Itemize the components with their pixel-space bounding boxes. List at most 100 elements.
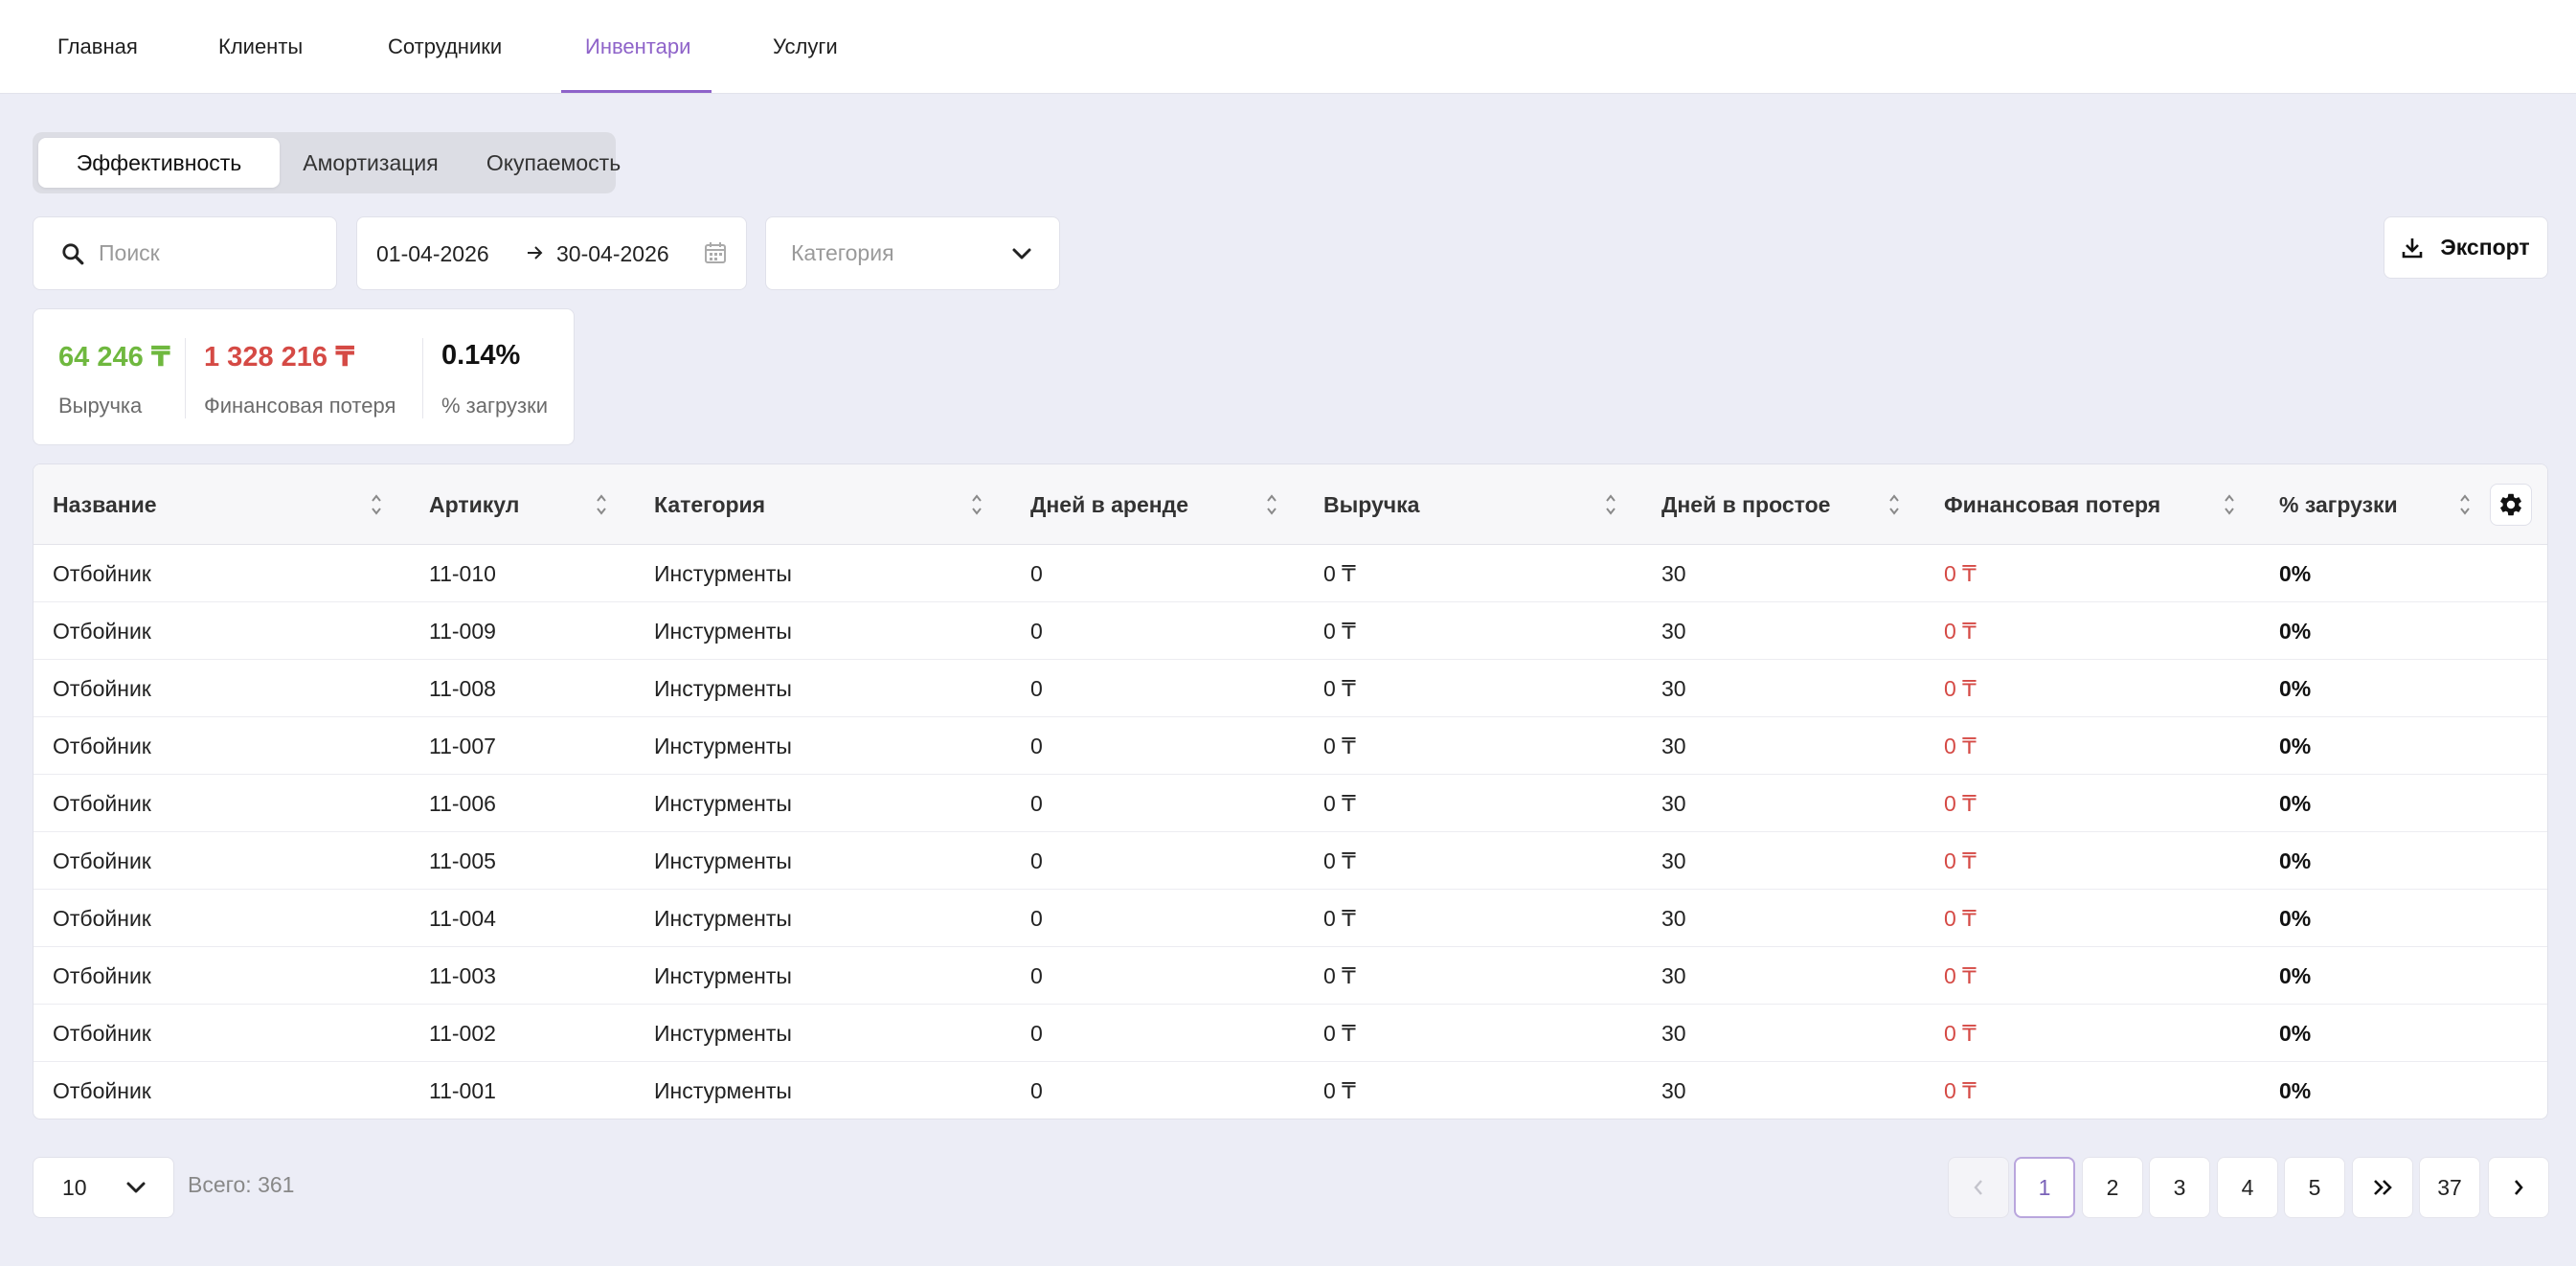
column-header-rental-days[interactable]: Дней в аренде xyxy=(1030,464,1188,545)
column-header-category[interactable]: Категория xyxy=(654,464,765,545)
cell-revenue: 0 ₸ xyxy=(1323,1020,1356,1046)
cell-idle-days: 30 xyxy=(1661,1020,1686,1046)
date-range-picker[interactable]: 01-04-2026 30-04-2026 xyxy=(356,216,747,290)
cell-idle-days: 30 xyxy=(1661,618,1686,644)
category-select[interactable]: Категория xyxy=(765,216,1060,290)
active-tab-indicator xyxy=(561,90,712,93)
calendar-icon[interactable] xyxy=(704,240,727,265)
cell-utilization: 0% xyxy=(2279,675,2312,701)
cell-name: Отбойник xyxy=(53,790,151,816)
table-row[interactable]: Отбойник 11-006 Инстурменты 0 0 ₸ 30 0 ₸ 0% xyxy=(34,775,2547,832)
cell-name: Отбойник xyxy=(53,733,151,758)
column-settings-button[interactable] xyxy=(2490,484,2532,526)
column-header-revenue[interactable]: Выручка xyxy=(1323,464,1419,545)
cell-revenue: 0 ₸ xyxy=(1323,618,1356,644)
cell-revenue: 0 ₸ xyxy=(1323,1077,1356,1103)
cell-revenue: 0 ₸ xyxy=(1323,790,1356,816)
column-header-utilization[interactable]: % загрузки xyxy=(2279,464,2398,545)
cell-rental-days: 0 xyxy=(1030,733,1043,758)
cell-rental-days: 0 xyxy=(1030,1077,1043,1103)
nav-item-inventory[interactable]: Инвентари xyxy=(585,0,690,94)
revenue-value: 64 246 ₸ xyxy=(58,342,170,373)
cell-utilization: 0% xyxy=(2279,618,2312,644)
jump-forward-button[interactable] xyxy=(2352,1157,2413,1218)
tab-depreciation[interactable]: Амортизация xyxy=(283,138,458,188)
search-box xyxy=(33,216,337,290)
nav-item-main[interactable]: Главная xyxy=(57,0,138,94)
table-row[interactable]: Отбойник 11-001 Инстурменты 0 0 ₸ 30 0 ₸ 0% xyxy=(34,1062,2547,1119)
next-page-button[interactable] xyxy=(2488,1157,2549,1218)
table-row[interactable]: Отбойник 11-008 Инстурменты 0 0 ₸ 30 0 ₸ 0% xyxy=(34,660,2547,717)
sort-icon[interactable] xyxy=(2458,489,2472,520)
cell-category: Инстурменты xyxy=(654,905,792,931)
stats-card: 64 246 ₸ Выручка 1 328 216 ₸ Финансовая … xyxy=(33,308,575,445)
cell-name: Отбойник xyxy=(53,618,151,644)
cell-name: Отбойник xyxy=(53,1077,151,1103)
column-header-name[interactable]: Название xyxy=(53,464,157,545)
tab-payback[interactable]: Окупаемость xyxy=(460,138,647,188)
table-row[interactable]: Отбойник 11-002 Инстурменты 0 0 ₸ 30 0 ₸ 0% xyxy=(34,1005,2547,1062)
cell-revenue: 0 ₸ xyxy=(1323,905,1356,931)
prev-page-button[interactable] xyxy=(1948,1157,2009,1218)
cell-idle-days: 30 xyxy=(1661,905,1686,931)
sort-icon[interactable] xyxy=(970,489,983,520)
cell-rental-days: 0 xyxy=(1030,962,1043,988)
table-row[interactable]: Отбойник 11-010 Инстурменты 0 0 ₸ 30 0 ₸ 0% xyxy=(34,545,2547,602)
last-page-button[interactable]: 37 xyxy=(2419,1157,2480,1218)
download-icon xyxy=(2403,237,2423,258)
total-count: Всего: 361 xyxy=(188,1172,295,1197)
sort-icon[interactable] xyxy=(370,489,383,520)
page-button-2[interactable]: 2 xyxy=(2082,1157,2143,1218)
sort-icon[interactable] xyxy=(1604,489,1617,520)
cell-rental-days: 0 xyxy=(1030,560,1043,586)
cell-rental-days: 0 xyxy=(1030,848,1043,873)
page-button-1[interactable]: 1 xyxy=(2014,1157,2075,1218)
page-button-4[interactable]: 4 xyxy=(2217,1157,2278,1218)
cell-revenue: 0 ₸ xyxy=(1323,962,1356,988)
column-header-idle-days[interactable]: Дней в простое xyxy=(1661,464,1830,545)
cell-name: Отбойник xyxy=(53,962,151,988)
cell-utilization: 0% xyxy=(2279,560,2312,586)
nav-item-employees[interactable]: Сотрудники xyxy=(388,0,502,94)
page-size-select[interactable]: 10 xyxy=(33,1157,174,1218)
export-button[interactable]: Экспорт xyxy=(2384,216,2548,279)
cell-financial-loss: 0 ₸ xyxy=(1944,618,1977,644)
cell-sku: 11-002 xyxy=(429,1020,496,1046)
cell-sku: 11-005 xyxy=(429,848,496,873)
page-button-5[interactable]: 5 xyxy=(2284,1157,2345,1218)
search-input[interactable] xyxy=(99,240,309,266)
column-header-financial-loss[interactable]: Финансовая потеря xyxy=(1944,464,2160,545)
cell-category: Инстурменты xyxy=(654,962,792,988)
table-row[interactable]: Отбойник 11-009 Инстурменты 0 0 ₸ 30 0 ₸ 0% xyxy=(34,602,2547,660)
cell-idle-days: 30 xyxy=(1661,733,1686,758)
table-row[interactable]: Отбойник 11-004 Инстурменты 0 0 ₸ 30 0 ₸ 0% xyxy=(34,890,2547,947)
sort-icon[interactable] xyxy=(2223,489,2236,520)
cell-idle-days: 30 xyxy=(1661,790,1686,816)
table-row[interactable]: Отбойник 11-007 Инстурменты 0 0 ₸ 30 0 ₸ 0% xyxy=(34,717,2547,775)
report-tabs: Эффективность Амортизация Окупаемость xyxy=(33,132,621,193)
page-button-3[interactable]: 3 xyxy=(2149,1157,2210,1218)
chevron-left-icon xyxy=(1974,1180,1982,1195)
column-header-sku[interactable]: Артикул xyxy=(429,464,519,545)
inventory-table: Название Артикул Категория Дней в аренде Выр… xyxy=(33,463,2548,1119)
cell-name: Отбойник xyxy=(53,848,151,873)
chevron-right-icon xyxy=(2515,1180,2523,1195)
cell-financial-loss: 0 ₸ xyxy=(1944,560,1977,586)
cell-utilization: 0% xyxy=(2279,962,2312,988)
sort-icon[interactable] xyxy=(1887,489,1901,520)
table-row[interactable]: Отбойник 11-003 Инстурменты 0 0 ₸ 30 0 ₸ 0% xyxy=(34,947,2547,1005)
cell-sku: 11-001 xyxy=(429,1077,496,1103)
cell-category: Инстурменты xyxy=(654,618,792,644)
cell-revenue: 0 ₸ xyxy=(1323,848,1356,873)
cell-utilization: 0% xyxy=(2279,1020,2312,1046)
date-from[interactable]: 01-04-2026 xyxy=(376,241,489,267)
page-size-value: 10 xyxy=(62,1174,87,1200)
date-to[interactable]: 30-04-2026 xyxy=(556,241,669,267)
divider xyxy=(185,338,186,418)
tab-efficiency[interactable]: Эффективность xyxy=(38,138,280,188)
nav-item-clients[interactable]: Клиенты xyxy=(218,0,303,94)
sort-icon[interactable] xyxy=(1265,489,1278,520)
sort-icon[interactable] xyxy=(595,489,608,520)
nav-item-services[interactable]: Услуги xyxy=(773,0,838,94)
table-row[interactable]: Отбойник 11-005 Инстурменты 0 0 ₸ 30 0 ₸ 0% xyxy=(34,832,2547,890)
